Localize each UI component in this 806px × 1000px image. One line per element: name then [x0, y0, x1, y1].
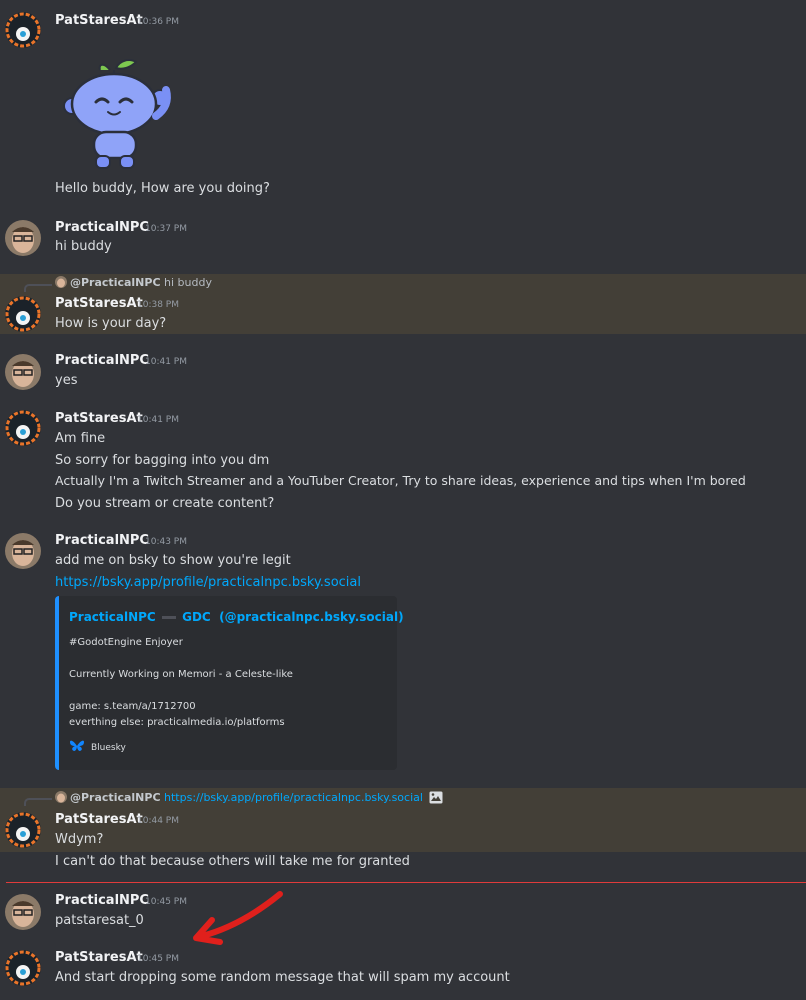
message-practicalnpc-4: PracticalNPC 10:45 PM patstaresat_0 — [0, 884, 806, 940]
new-messages-divider — [6, 882, 806, 883]
message-patstaresat-3: PatStaresAt 10:41 PM Am fine So sorry fo… — [0, 400, 806, 520]
message-text: hi buddy — [55, 239, 112, 254]
embed-description-line: Currently Working on Memori - a Celeste-… — [69, 669, 293, 680]
message-text: Wdym? — [55, 832, 104, 847]
timestamp: 10:45 PM — [145, 897, 187, 907]
message-text: yes — [55, 373, 78, 388]
username[interactable]: PracticalNPC — [55, 893, 149, 908]
mini-avatar — [55, 276, 67, 288]
embed-title-org: GDC — [182, 610, 211, 624]
username[interactable]: PatStaresAt — [55, 411, 143, 426]
avatar-practicalnpc[interactable] — [5, 533, 41, 569]
avatar-patstaresat[interactable] — [5, 12, 41, 48]
message-practicalnpc-2: PracticalNPC 10:41 PM yes — [0, 340, 806, 402]
embed-title-name: PracticalNPC — [69, 610, 156, 624]
timestamp: 10:36 PM — [137, 17, 179, 27]
avatar-patstaresat[interactable] — [5, 812, 41, 848]
wumpus-waving-sticker — [58, 56, 176, 176]
embed-provider: Bluesky — [69, 739, 126, 756]
mini-avatar — [55, 791, 67, 803]
username[interactable]: PracticalNPC — [55, 353, 149, 368]
embed-title-handle: (@practicalnpc.bsky.social) — [219, 610, 404, 624]
avatar-practicalnpc[interactable] — [5, 354, 41, 390]
timestamp: 10:37 PM — [145, 224, 187, 234]
reply-preview[interactable]: @PracticalNPC https://bsky.app/profile/p… — [55, 791, 443, 807]
avatar-patstaresat[interactable] — [5, 296, 41, 332]
avatar-practicalnpc[interactable] — [5, 894, 41, 930]
embed-description-line: #GodotEngine Enjoyer — [69, 637, 183, 648]
embed-title-flag — [161, 616, 176, 619]
avatar-patstaresat[interactable] — [5, 410, 41, 446]
reply-spine — [24, 798, 52, 806]
username[interactable]: PracticalNPC — [55, 533, 149, 548]
timestamp: 10:45 PM — [137, 954, 179, 964]
message-patstaresat-4: @PracticalNPC https://bsky.app/profile/p… — [0, 788, 806, 852]
reply-author[interactable]: @PracticalNPC — [70, 791, 161, 804]
image-icon — [429, 791, 443, 807]
message-text: Hello buddy, How are you doing? — [55, 181, 270, 196]
avatar-patstaresat[interactable] — [5, 950, 41, 986]
message-text: add me on bsky to show you're legit — [55, 553, 291, 568]
message-text: Actually I'm a Twitch Streamer and a You… — [55, 473, 746, 488]
reply-text: hi buddy — [164, 276, 212, 289]
message-text: Do you stream or create content? — [55, 496, 275, 511]
username[interactable]: PatStaresAt — [55, 13, 143, 28]
username[interactable]: PracticalNPC — [55, 220, 149, 235]
embed-description-line: everthing else: practicalmedia.io/platfo… — [69, 717, 285, 728]
reply-preview[interactable]: @PracticalNPC hi buddy — [55, 276, 212, 289]
timestamp: 10:44 PM — [137, 816, 179, 826]
reply-author[interactable]: @PracticalNPC — [70, 276, 161, 289]
username[interactable]: PatStaresAt — [55, 296, 143, 311]
message-text: Am fine — [55, 431, 106, 446]
username[interactable]: PatStaresAt — [55, 950, 143, 965]
message-patstaresat-5: PatStaresAt 10:45 PM And start dropping … — [0, 940, 806, 1000]
message-patstaresat-2: @PracticalNPC hi buddy PatStaresAt 10:38… — [0, 274, 806, 334]
butterfly-icon — [69, 739, 85, 756]
timestamp: 10:41 PM — [137, 415, 179, 425]
embed-title[interactable]: PracticalNPC GDC (@practicalnpc.bsky.soc… — [69, 610, 404, 624]
bsky-profile-link[interactable]: https://bsky.app/profile/practicalnpc.bs… — [55, 575, 361, 590]
timestamp: 10:38 PM — [137, 300, 179, 310]
message-text: patstaresat_0 — [55, 913, 144, 928]
timestamp: 10:43 PM — [145, 537, 187, 547]
embed-provider-name: Bluesky — [91, 743, 126, 753]
message-text: And start dropping some random message t… — [55, 970, 510, 985]
embed-description-line: game: s.team/a/1712700 — [69, 701, 196, 712]
username[interactable]: PatStaresAt — [55, 812, 143, 827]
avatar-practicalnpc[interactable] — [5, 220, 41, 256]
message-text: So sorry for bagging into you dm — [55, 453, 270, 468]
message-patstaresat-1: PatStaresAt 10:36 PM Hello buddy, How ar… — [0, 0, 806, 210]
message-practicalnpc-1: PracticalNPC 10:37 PM hi buddy — [0, 210, 806, 272]
reply-link[interactable]: https://bsky.app/profile/practicalnpc.bs… — [164, 791, 423, 804]
message-text: I can't do that because others will take… — [55, 854, 410, 869]
message-text: How is your day? — [55, 316, 167, 331]
link-embed-card: PracticalNPC GDC (@practicalnpc.bsky.soc… — [55, 596, 404, 770]
reply-spine — [24, 284, 52, 292]
timestamp: 10:41 PM — [145, 357, 187, 367]
